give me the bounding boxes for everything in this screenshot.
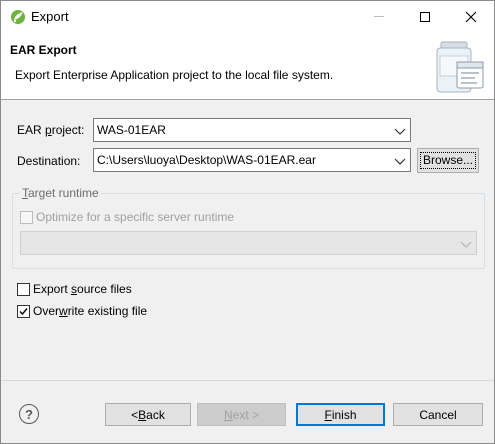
ear-project-label-part: roject: [51, 123, 85, 137]
cancel-button[interactable]: Cancel [393, 403, 483, 426]
ear-project-combo[interactable]: WAS-01EAR [93, 118, 411, 142]
ear-project-label: EAR project: [17, 123, 84, 137]
overwrite-label-part: rite existing file [67, 304, 148, 318]
title-bar: Export [1, 1, 494, 32]
destination-label: Destination: [17, 154, 81, 168]
banner-description: Export Enterprise Application project to… [15, 68, 334, 82]
browse-button[interactable]: Browse... [417, 148, 479, 173]
maximize-icon [420, 11, 430, 22]
jar-archive-icon [431, 36, 489, 96]
minimize-icon [374, 16, 384, 17]
ear-project-value: WAS-01EAR [97, 123, 166, 137]
ear-project-label-mnemonic: p [45, 123, 52, 137]
next-label-mnemonic: N [223, 407, 233, 422]
help-icon: ? [25, 406, 33, 422]
target-runtime-legend: Target runtime [20, 186, 101, 200]
back-button[interactable]: < Back [105, 403, 191, 426]
finish-label-mnemonic: F [324, 407, 332, 422]
overwrite-label-part: Over [33, 304, 60, 318]
optimize-runtime-label: Optimize for a specific server runtime [36, 210, 235, 224]
maximize-button[interactable] [402, 1, 448, 32]
checkmark-icon [19, 308, 28, 316]
chevron-down-icon [460, 238, 472, 252]
eclipse-spring-icon [10, 9, 26, 25]
export-source-label-part: ource files [77, 282, 132, 296]
destination-combo[interactable]: C:\Users\luoya\Desktop\WAS-01EAR.ear [93, 148, 411, 172]
back-label-mnemonic: B [138, 407, 147, 422]
back-label-part: ack [146, 407, 165, 422]
overwrite-label-mnemonic: w [59, 304, 68, 318]
export-source-label-part: Export [33, 282, 72, 296]
finish-label-part: inish [331, 407, 357, 422]
chevron-down-icon[interactable] [394, 155, 406, 165]
browse-label: Browse... [419, 152, 476, 169]
target-runtime-legend-part: arget runtime [28, 186, 99, 200]
back-label-part: < [131, 407, 139, 422]
banner-title: EAR Export [10, 43, 77, 57]
next-button[interactable]: Next > [197, 403, 286, 426]
footer-separator [1, 380, 494, 381]
export-source-label: Export source files [33, 282, 132, 296]
window-title: Export [31, 9, 69, 24]
close-icon [465, 11, 477, 22]
ear-project-label-part: EAR [17, 123, 46, 137]
next-label-part: ext > [232, 407, 260, 422]
wizard-banner: EAR Export Export Enterprise Application… [1, 32, 494, 100]
finish-button[interactable]: Finish [296, 403, 385, 426]
chevron-down-icon[interactable] [394, 125, 406, 135]
help-button[interactable]: ? [19, 404, 39, 424]
destination-value: C:\Users\luoya\Desktop\WAS-01EAR.ear [97, 153, 316, 167]
overwrite-label: Overwrite existing file [33, 304, 147, 318]
minimize-button[interactable] [356, 1, 402, 32]
export-source-checkbox[interactable] [17, 283, 30, 296]
overwrite-checkbox[interactable] [17, 305, 30, 318]
close-button[interactable] [448, 1, 494, 32]
export-dialog: Export EAR Export Export Enterprise Appl… [0, 0, 495, 444]
server-runtime-combo[interactable] [20, 231, 477, 255]
optimize-runtime-checkbox[interactable] [20, 211, 33, 224]
